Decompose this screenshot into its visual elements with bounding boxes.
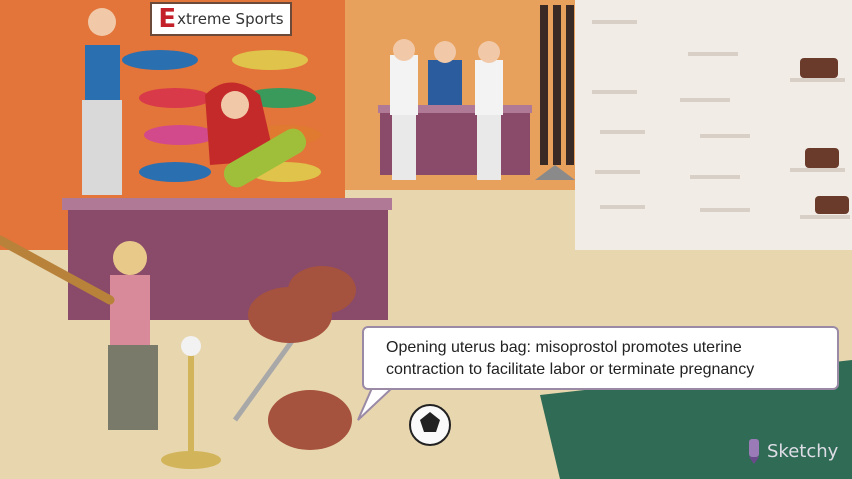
bat-rack [535, 5, 575, 180]
brand-name: Sketchy [767, 440, 839, 462]
sketchy-logo-icon [749, 439, 759, 464]
caption-bubble: Opening uterus bag: misoprostol promotes… [362, 326, 839, 390]
shoe-wall [575, 0, 852, 250]
sketch-scene: E xtreme Sports Opening uterus bag: miso… [0, 0, 852, 479]
store-sign: E xtreme Sports [150, 2, 292, 36]
caption-line-1: Opening uterus bag: misoprostol promotes… [386, 339, 742, 356]
caption-line-2: contraction to facilitate labor or termi… [386, 361, 755, 378]
store-sign-initial: E [158, 4, 177, 34]
brand-watermark: Sketchy [745, 437, 838, 465]
scene-illustration [0, 0, 852, 479]
store-sign-text: xtreme Sports [177, 10, 284, 28]
